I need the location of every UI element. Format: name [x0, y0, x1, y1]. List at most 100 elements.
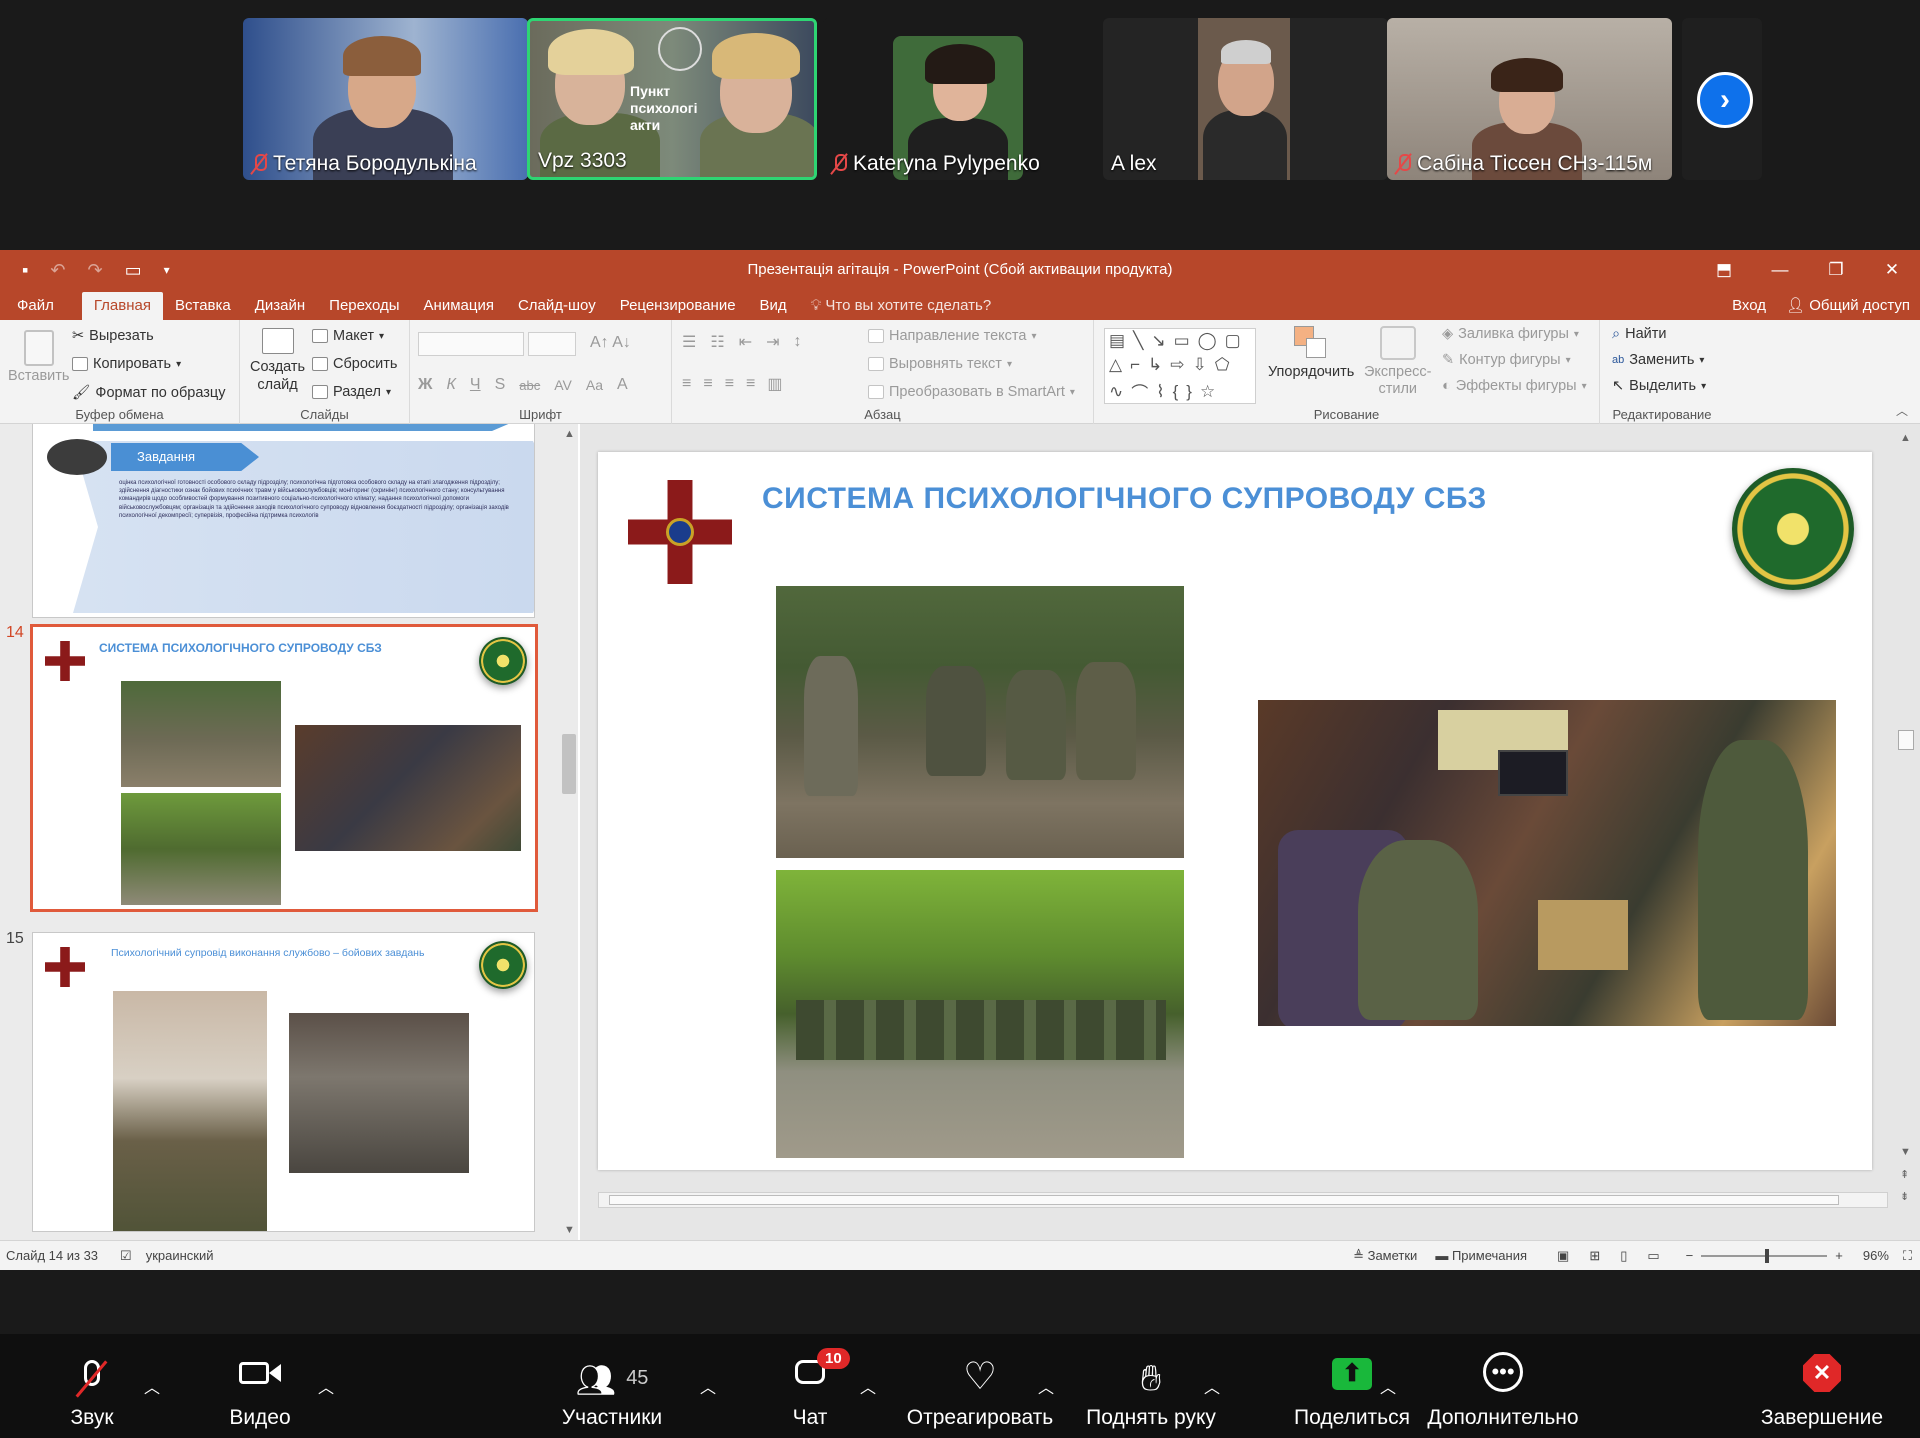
left-brace-icon[interactable]: {: [1173, 382, 1179, 402]
scroll-up-icon[interactable]: ▲: [1900, 432, 1911, 444]
align-right-icon[interactable]: ≡: [725, 375, 734, 393]
strikethrough-button[interactable]: abc: [519, 378, 540, 393]
columns-icon[interactable]: ▥: [767, 374, 782, 394]
close-icon[interactable]: ✕: [1864, 250, 1920, 290]
tab-home[interactable]: Главная: [81, 292, 163, 320]
share-options-caret[interactable]: ︿: [1380, 1374, 1396, 1398]
scrollbar-thumb[interactable]: [609, 1195, 1839, 1205]
sign-in-link[interactable]: Вход: [1732, 292, 1766, 320]
tab-slideshow[interactable]: Слайд-шоу: [506, 292, 608, 320]
slide-title[interactable]: СИСТЕМА ПСИХОЛОГІЧНОГО СУПРОВОДУ СБЗ: [762, 482, 1487, 516]
collapse-ribbon-icon[interactable]: ︿: [1896, 402, 1908, 419]
comments-button[interactable]: ▬ Примечания: [1435, 1248, 1527, 1263]
tab-design[interactable]: Дизайн: [243, 292, 317, 320]
underline-button[interactable]: Ч: [470, 376, 481, 394]
video-options-caret[interactable]: ︿: [318, 1374, 334, 1398]
shape-effects-button[interactable]: ◐ Эффекты фигуры ▾: [1442, 378, 1587, 394]
thumbnails-scrollbar[interactable]: ▲ ▼: [560, 424, 578, 1240]
participant-tile[interactable]: Kateryna Pylypenko: [823, 18, 1108, 180]
curve-icon[interactable]: ∿: [1109, 382, 1123, 402]
slide-thumbnail[interactable]: Завдання оцінка психологічної готовності…: [32, 424, 535, 618]
rect-shape-icon[interactable]: ▭: [1174, 331, 1190, 351]
cut-button[interactable]: ✂ Вырезать: [72, 328, 154, 344]
quick-styles-button[interactable]: Экспресс- стили: [1364, 326, 1432, 398]
view-buttons[interactable]: ▣⊞▯▭: [1557, 1248, 1680, 1264]
scrollbar-thumb[interactable]: [1898, 730, 1914, 750]
textbox-shape-icon[interactable]: ▤: [1109, 331, 1125, 351]
react-options-caret[interactable]: ︿: [1038, 1374, 1054, 1398]
shapes-gallery[interactable]: ▤ ╲ ↘ ▭ ◯ ▢ △ ⌐ ↳ ⇨ ⇩ ⬠ ∿ ⌒ ⌇ {} ☆: [1104, 328, 1256, 404]
share-button[interactable]: 👤︎ Общий доступ: [1786, 292, 1910, 320]
notes-button[interactable]: ≜ Заметки: [1353, 1248, 1417, 1264]
participants-options-caret[interactable]: ︿: [700, 1374, 716, 1398]
elbow-arrow-icon[interactable]: ↳: [1148, 355, 1162, 375]
react-button[interactable]: ♡ Отреагировать: [900, 1334, 1060, 1438]
audio-button[interactable]: Звук: [50, 1334, 134, 1438]
shadow-button[interactable]: S: [495, 376, 506, 394]
freeform-icon[interactable]: ⌇: [1156, 382, 1164, 402]
arc-icon[interactable]: ⌒: [1131, 379, 1148, 404]
arrow-line-icon[interactable]: ↘: [1151, 331, 1165, 351]
participants-button[interactable]: 👥︎ 45 Участники: [552, 1334, 672, 1438]
vertical-scrollbar[interactable]: ▲ ▼ ⇞ ⇟: [1892, 424, 1920, 1240]
new-slide-button[interactable]: Создать слайд: [250, 328, 305, 394]
photo-soldiers-indoor-table[interactable]: [1258, 700, 1836, 1026]
replace-button[interactable]: ab Заменить ▾: [1612, 352, 1704, 368]
section-button[interactable]: Раздел ▾: [312, 384, 391, 400]
tab-insert[interactable]: Вставка: [163, 292, 243, 320]
oval-shape-icon[interactable]: ◯: [1198, 331, 1217, 351]
italic-button[interactable]: К: [446, 376, 455, 394]
font-color-button[interactable]: A: [617, 376, 628, 394]
tab-transitions[interactable]: Переходы: [317, 292, 411, 320]
scrollbar-thumb[interactable]: [562, 734, 576, 794]
minimize-icon[interactable]: —: [1752, 250, 1808, 290]
slide-thumbnail-selected[interactable]: СИСТЕМА ПСИХОЛОГІЧНОГО СУПРОВОДУ СБЗ: [30, 624, 538, 912]
fit-slide-icon[interactable]: ⛶: [1903, 1248, 1912, 1264]
photo-soldiers-resting[interactable]: [776, 586, 1184, 858]
tab-review[interactable]: Рецензирование: [608, 292, 748, 320]
redo-icon[interactable]: ↷: [87, 260, 102, 281]
reading-view-icon[interactable]: ▯: [1620, 1248, 1647, 1263]
customize-qa-icon[interactable]: ▾: [164, 263, 170, 277]
raise-hand-options-caret[interactable]: ︿: [1204, 1374, 1220, 1398]
right-brace-icon[interactable]: }: [1186, 382, 1192, 402]
elbow-icon[interactable]: ⌐: [1130, 355, 1140, 375]
arrange-button[interactable]: Упорядочить: [1268, 326, 1354, 380]
participant-tile[interactable]: A lex: [1103, 18, 1388, 180]
rounded-rect-icon[interactable]: ▢: [1225, 331, 1241, 351]
audio-options-caret[interactable]: ︿: [144, 1374, 160, 1398]
align-left-icon[interactable]: ≡: [682, 375, 691, 393]
copy-button[interactable]: Копировать ▾: [72, 356, 181, 372]
photo-soldiers-forest-circle[interactable]: [776, 870, 1184, 1158]
align-center-icon[interactable]: ≡: [703, 375, 712, 393]
down-arrow-shape-icon[interactable]: ⇩: [1193, 355, 1207, 375]
prev-slide-icon[interactable]: ⇞: [1900, 1168, 1909, 1181]
slideshow-icon[interactable]: ▭: [125, 260, 142, 281]
sorter-view-icon[interactable]: ⊞: [1589, 1248, 1620, 1263]
layout-button[interactable]: Макет ▾: [312, 328, 384, 344]
paste-button[interactable]: Вставить: [8, 330, 69, 384]
star-shape-icon[interactable]: ☆: [1200, 382, 1215, 402]
scroll-down-icon[interactable]: ▼: [564, 1224, 575, 1236]
outdent-icon[interactable]: ⇥: [766, 332, 779, 352]
tab-animations[interactable]: Анимация: [412, 292, 506, 320]
end-meeting-button[interactable]: ✕ Завершение: [1758, 1334, 1886, 1438]
save-icon[interactable]: ▪: [22, 260, 28, 281]
chat-options-caret[interactable]: ︿: [860, 1374, 876, 1398]
text-direction-button[interactable]: Направление текста ▾: [868, 328, 1036, 344]
spacing-button[interactable]: AV: [554, 377, 572, 393]
participant-tile-active-speaker[interactable]: Пункт психологі акти Vpz 3303: [527, 18, 817, 180]
participant-tile[interactable]: Сабіна Тіссен СНз-115м: [1387, 18, 1672, 180]
shape-outline-button[interactable]: ✎ Контур фигуры ▾: [1442, 352, 1571, 368]
slideshow-view-icon[interactable]: ▭: [1647, 1248, 1679, 1263]
normal-view-icon[interactable]: ▣: [1557, 1248, 1589, 1263]
zoom-in-icon[interactable]: +: [1835, 1248, 1843, 1263]
smartart-button[interactable]: Преобразовать в SmartArt ▾: [868, 384, 1075, 400]
more-button[interactable]: ••• Дополнительно: [1420, 1334, 1586, 1438]
undo-icon[interactable]: ↶: [50, 260, 65, 281]
participant-tile[interactable]: Тетяна Бородулькіна: [243, 18, 528, 180]
zoom-level[interactable]: 96%: [1863, 1248, 1889, 1263]
chevron-shape-icon[interactable]: ⬠: [1215, 355, 1230, 375]
bullets-icon[interactable]: ☰: [682, 332, 696, 352]
font-grow-icon[interactable]: A↑ A↓: [590, 334, 631, 352]
